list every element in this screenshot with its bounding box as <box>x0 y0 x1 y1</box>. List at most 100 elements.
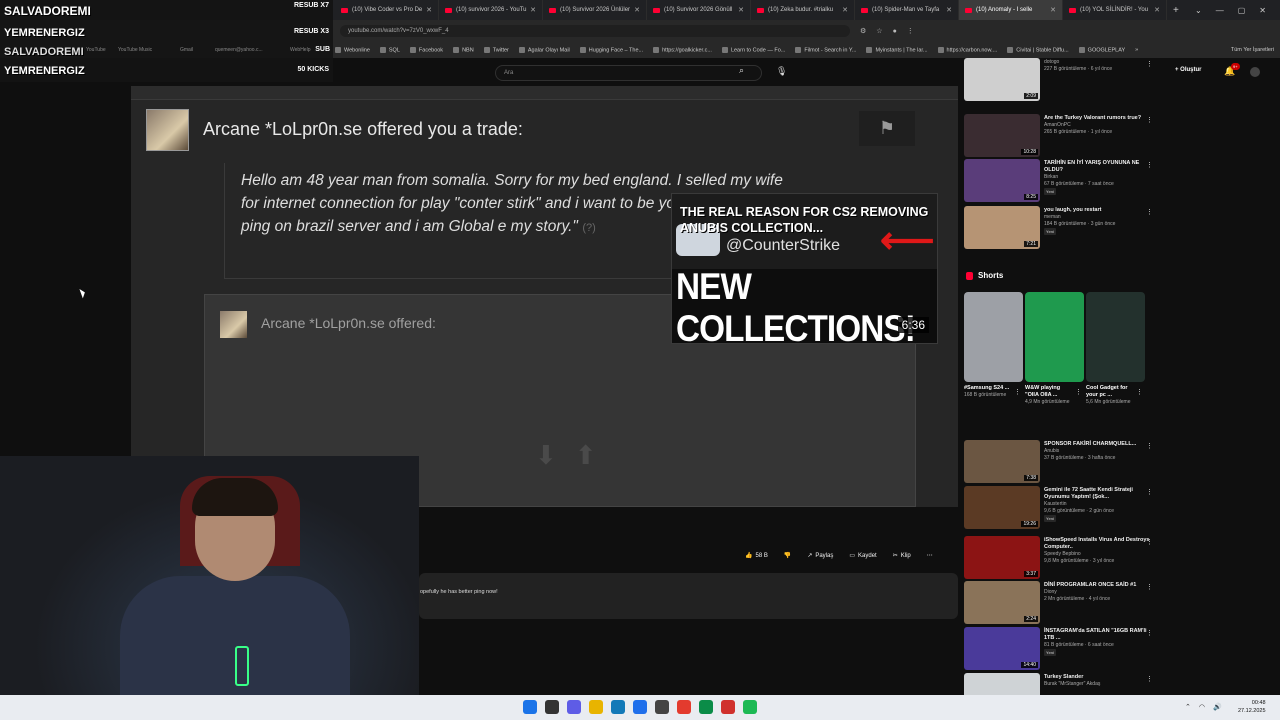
video-channel[interactable]: Speedy Bepbino <box>1044 551 1156 558</box>
browser-tab[interactable]: (10) Spider-Man ve Tayfa ✕ <box>855 0 959 20</box>
browser-tab[interactable]: (10) YOL SİLİNDİR! - You ✕ <box>1063 0 1167 20</box>
close-tab-icon[interactable]: ✕ <box>530 6 536 14</box>
star-icon[interactable]: ☆ <box>876 27 882 35</box>
url-field[interactable]: youtube.com/watch?v=7zV0_wxwF_4 <box>340 25 850 37</box>
video-title[interactable]: İNSTAGRAM'da SATILAN "16GB RAM'li 1TB ..… <box>1044 628 1156 642</box>
taskbar-app-icon[interactable] <box>611 700 625 714</box>
close-window-icon[interactable]: ✕ <box>1259 6 1266 15</box>
wifi-icon[interactable]: ◠ <box>1199 703 1205 711</box>
short-thumbnail[interactable] <box>964 292 1023 382</box>
more-options-icon[interactable]: ⋮ <box>1146 629 1153 637</box>
sidebar-video[interactable]: 7:21 you laugh, you restart meman 184 B gör… <box>964 206 1164 250</box>
video-thumbnail[interactable]: 8:25 <box>964 159 1040 202</box>
bookmark-item[interactable]: https://carbon.now.... <box>937 46 997 53</box>
video-channel[interactable]: Diony <box>1044 589 1156 596</box>
more-options-icon[interactable]: ⋮ <box>1146 442 1153 450</box>
bookmark-item[interactable]: Hugging Face – The... <box>579 46 643 53</box>
video-hover-preview[interactable]: @CounterStrike THE REAL REASON FOR CS2 R… <box>671 193 938 344</box>
bookmark-item[interactable]: Agalar Olayı Mail <box>518 46 570 53</box>
minimize-icon[interactable]: — <box>1216 6 1224 15</box>
video-thumbnail[interactable]: 7:21 <box>964 206 1040 249</box>
video-title[interactable]: Turkey Slander <box>1044 674 1156 681</box>
video-thumbnail[interactable]: 2:09 <box>964 58 1040 101</box>
taskbar-app-icon[interactable] <box>655 700 669 714</box>
more-options-icon[interactable]: ⋮ <box>1146 488 1153 496</box>
more-options-icon[interactable]: ⋮ <box>1146 675 1153 683</box>
video-channel[interactable]: AmanOnPC <box>1044 122 1156 129</box>
bookmark-item[interactable]: Webonline <box>335 46 370 53</box>
sidebar-video[interactable]: 19:26 Gemini ile 72 Saatte Kendi Strateji… <box>964 486 1164 530</box>
short-card[interactable]: W&W playing "OIIA OIIA ... 4,9 Mn görüntü… <box>1025 292 1084 405</box>
taskbar-app-icon[interactable] <box>743 700 757 714</box>
maximize-icon[interactable]: ▢ <box>1238 6 1246 15</box>
video-title[interactable]: Are the Turkey Valorant rumors true? <box>1044 115 1156 122</box>
video-thumbnail[interactable]: 14:40 <box>964 627 1040 670</box>
volume-icon[interactable]: 🔊 <box>1213 703 1222 711</box>
short-thumbnail[interactable] <box>1086 292 1145 382</box>
browser-tab[interactable]: (10) Vibe Coder vs Pro De ✕ <box>335 0 439 20</box>
close-tab-icon[interactable]: ✕ <box>1050 6 1056 14</box>
tab-search-icon[interactable]: ⌄ <box>1195 6 1202 15</box>
taskbar-app-icon[interactable] <box>545 700 559 714</box>
video-channel[interactable]: Anubis <box>1044 448 1156 455</box>
taskbar-app-icon[interactable] <box>523 700 537 714</box>
browser-tab[interactable]: (10) Zeka budur. #trialku ✕ <box>751 0 855 20</box>
bookmarks-overflow-icon[interactable]: » <box>1135 47 1138 53</box>
video-channel[interactable]: Burak "MrStanger" Akdaş <box>1044 681 1156 688</box>
video-thumbnail[interactable]: 19:26 <box>964 486 1040 529</box>
more-options-icon[interactable]: ⋮ <box>1014 388 1021 396</box>
more-options-icon[interactable]: ⋮ <box>1146 60 1153 68</box>
bookmark-item[interactable]: Facebook <box>409 46 443 53</box>
short-card[interactable]: #Samsung S24 ... 168 B görüntüleme ⋮ <box>964 292 1023 398</box>
close-tab-icon[interactable]: ✕ <box>946 6 952 14</box>
video-thumbnail[interactable]: 3:37 <box>964 536 1040 579</box>
bookmark-item[interactable]: Civitai | Stable Diffu... <box>1007 46 1069 53</box>
like-button[interactable]: 👍 58 B <box>745 552 768 560</box>
video-title[interactable]: DİNİ PROGRAMLAR ONCE SAİD #1 <box>1044 582 1156 589</box>
short-title[interactable]: Cool Gadget for your pc ... <box>1086 385 1132 399</box>
sidebar-video[interactable]: 14:40 İNSTAGRAM'da SATILAN "16GB RAM'li 1… <box>964 627 1164 671</box>
microphone-icon[interactable]: 🎙 <box>776 66 787 77</box>
short-card[interactable]: Cool Gadget for your pc ... 5,6 Mn görünt… <box>1086 292 1145 405</box>
video-title[interactable]: SPONSOR FAKİRİ CHARMQUELL... <box>1044 441 1156 448</box>
close-tab-icon[interactable]: ✕ <box>842 6 848 14</box>
video-thumbnail[interactable]: 10:28 <box>964 114 1040 157</box>
bookmark-item[interactable]: Filmot - Search in Y... <box>795 46 856 53</box>
all-bookmarks-folder[interactable]: Tüm Yer İşaretleri <box>1231 47 1280 53</box>
bookmark-item[interactable]: https://goalkicker.c... <box>653 46 712 53</box>
dislike-button[interactable]: 👎 <box>784 552 791 559</box>
bookmark-item[interactable]: Learn to Code — Fo... <box>721 46 785 53</box>
browser-tab[interactable]: (10) Survivor 2026 Gönüll ✕ <box>647 0 751 20</box>
search-icon[interactable]: ⌕ <box>739 65 744 76</box>
taskbar-app-icon[interactable] <box>721 700 735 714</box>
video-title[interactable]: TARİHİN EN İYİ YARIŞ OYUNUNA NE OLDU? <box>1044 160 1156 174</box>
video-title[interactable]: you laugh, you restart <box>1044 207 1156 214</box>
save-button[interactable]: ▭ Kaydet <box>849 552 876 560</box>
create-button[interactable]: + Oluştur <box>1175 67 1202 73</box>
sidebar-video[interactable]: 2:24 DİNİ PROGRAMLAR ONCE SAİD #1 Diony 2 M… <box>964 581 1164 625</box>
taskbar-app-icon[interactable] <box>567 700 581 714</box>
video-title[interactable]: Gemini ile 72 Saatte Kendi Strateji Oyun… <box>1044 487 1156 501</box>
sidebar-video[interactable]: 3:37 iShowSpeed Installs Virus And Destro… <box>964 536 1164 580</box>
new-tab-button[interactable]: + <box>1173 5 1179 16</box>
more-options-icon[interactable]: ⋮ <box>1146 208 1153 216</box>
profile-icon[interactable]: ● <box>893 28 897 35</box>
bookmark-item[interactable]: SQL <box>379 46 400 53</box>
sidebar-video[interactable]: 7:38 SPONSOR FAKİRİ CHARMQUELL... Anubis 37… <box>964 440 1164 484</box>
more-options-icon[interactable]: ⋮ <box>1146 161 1153 169</box>
video-channel[interactable]: Birkan <box>1044 174 1156 181</box>
close-tab-icon[interactable]: ✕ <box>738 6 744 14</box>
close-tab-icon[interactable]: ✕ <box>426 6 432 14</box>
short-title[interactable]: #Samsung S24 ... <box>964 385 1010 392</box>
video-thumbnail[interactable]: 7:38 <box>964 440 1040 483</box>
extensions-icon[interactable]: ⚙ <box>860 27 866 35</box>
browser-tab[interactable]: (10) Anomaly - I selle ✕ <box>959 0 1063 20</box>
account-avatar[interactable] <box>1250 67 1260 77</box>
more-actions-button[interactable]: ⋯ <box>927 552 933 559</box>
more-options-icon[interactable]: ⋮ <box>1136 388 1143 396</box>
search-input[interactable]: Ara <box>495 65 762 81</box>
clock[interactable]: 00:48 27.12.2025 <box>1238 699 1266 715</box>
video-channel[interactable]: dotogo <box>1044 59 1156 66</box>
taskbar-app-icon[interactable] <box>589 700 603 714</box>
taskbar-app-icon[interactable] <box>699 700 713 714</box>
